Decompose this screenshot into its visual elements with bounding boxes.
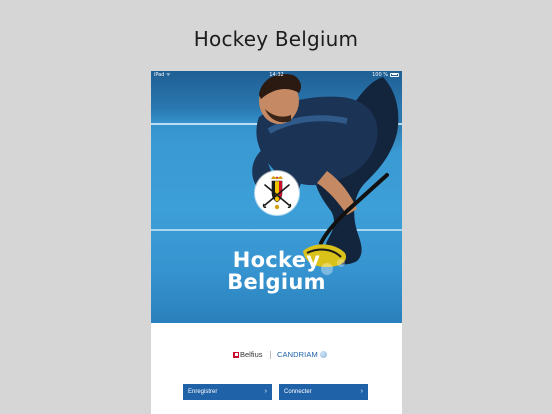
connect-button[interactable]: Connecter › [279,384,368,400]
chevron-right-icon: › [360,388,363,395]
hero-title-line1: Hockey [232,248,321,272]
connect-button-label: Connecter [284,389,312,395]
federation-logo [255,171,299,215]
hero-title: Hockey Belgium [191,249,362,293]
battery-icon [390,72,399,77]
candriam-globe-icon [319,351,327,358]
register-button-label: Enregistrer [188,389,218,395]
chevron-right-icon: › [264,388,267,395]
belfius-label: Belfius [240,350,263,359]
candriam-label: CANDRIAM [277,350,318,359]
belfius-logo: Belfius [233,350,263,359]
ipad-screen: iPad ᯤ 14:32 100 % Hockey Belgium Belfiu… [151,71,402,414]
belfius-mark-icon [233,351,239,358]
hero-title-line2: Belgium [227,270,326,294]
crest-icon [262,176,292,210]
sponsor-divider [270,351,271,359]
status-bar: iPad ᯤ 14:32 100 % [151,71,402,79]
sponsor-bar: Belfius CANDRIAM [151,349,402,361]
page-title: Hockey Belgium [193,27,359,51]
status-time: 14:32 [269,72,284,78]
hero-image: iPad ᯤ 14:32 100 % Hockey Belgium [151,71,402,323]
register-button[interactable]: Enregistrer › [183,384,272,400]
candriam-logo: CANDRIAM [277,350,327,359]
battery-percent: 100 % [372,72,388,78]
